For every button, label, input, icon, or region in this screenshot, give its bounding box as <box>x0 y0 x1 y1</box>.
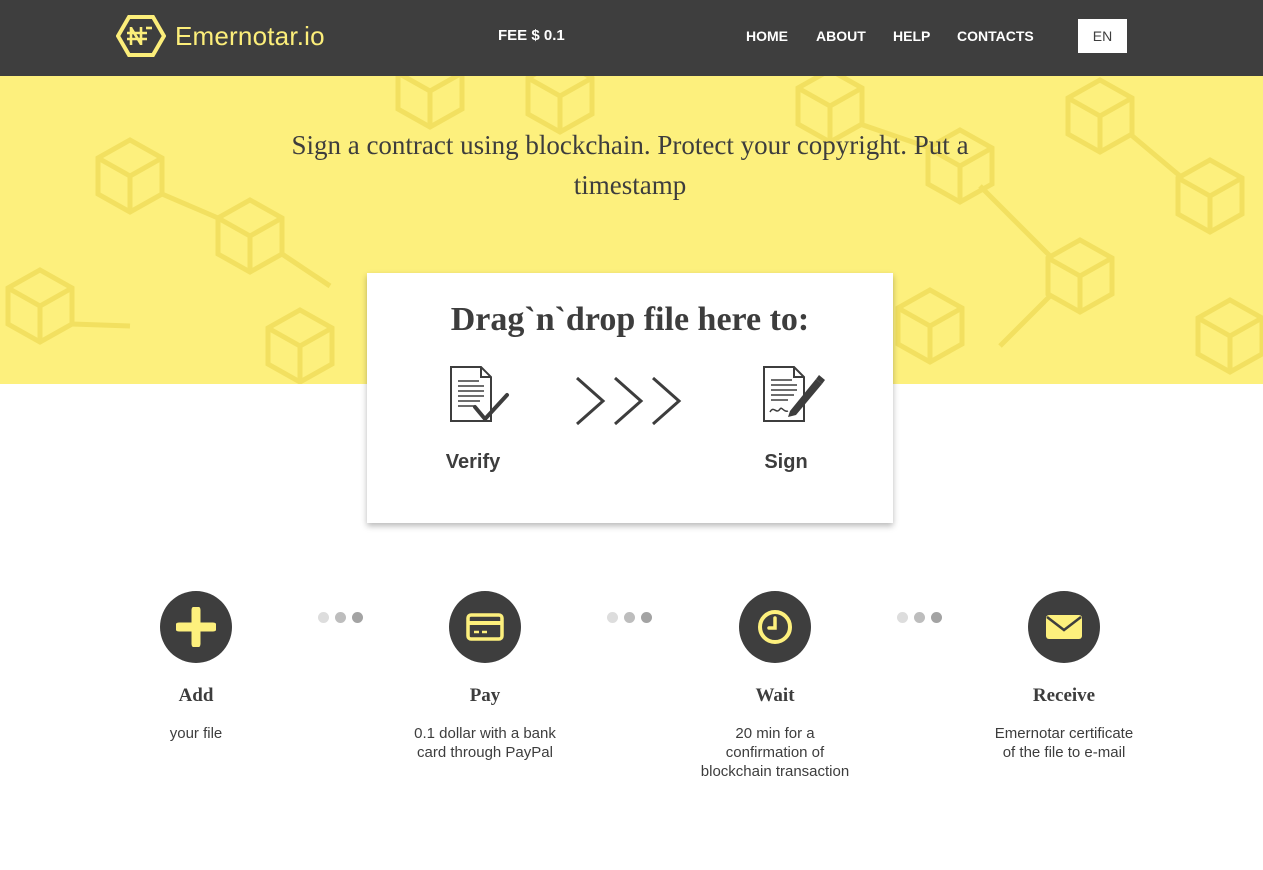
sign-action[interactable]: Sign <box>740 365 832 475</box>
nav-home-link[interactable]: HOME <box>746 28 788 44</box>
step-add-description: your file <box>169 725 223 742</box>
connector-dot <box>624 612 635 623</box>
fee-label: FEE $ 0.1 <box>498 27 565 44</box>
step-wait-badge <box>739 591 811 663</box>
top-navigation-bar: Emernotar.io FEE $ 0.1 HOME ABOUT HELP C… <box>0 0 1263 76</box>
document-check-icon <box>450 366 509 423</box>
credit-card-icon <box>466 613 504 641</box>
file-dropzone[interactable]: Drag`n`drop file here to: Verify Sign <box>367 273 893 523</box>
brand-logo-link[interactable]: Emernotar.io <box>116 14 325 58</box>
language-selector[interactable]: EN <box>1078 19 1127 53</box>
connector-dot <box>607 612 618 623</box>
chevrons-right-icon <box>576 376 682 426</box>
verify-action[interactable]: Verify <box>427 365 519 475</box>
step-wait-title: Wait <box>755 685 795 706</box>
step-add-title: Add <box>178 685 214 706</box>
step-pay-title: Pay <box>469 685 501 706</box>
sign-label: Sign <box>764 451 808 473</box>
connector-dot <box>352 612 363 623</box>
verify-label: Verify <box>445 451 501 473</box>
envelope-icon <box>1046 615 1082 639</box>
step-receive-badge <box>1028 591 1100 663</box>
nav-contacts-link[interactable]: CONTACTS <box>957 28 1034 44</box>
document-sign-icon <box>763 366 825 422</box>
connector-dot <box>897 612 908 623</box>
plus-icon <box>176 607 216 647</box>
nav-help-link[interactable]: HELP <box>893 28 930 44</box>
connector-dot <box>914 612 925 623</box>
nav-about-link[interactable]: ABOUT <box>816 28 866 44</box>
step-connector-dots <box>897 612 945 624</box>
connector-dot <box>335 612 346 623</box>
dropzone-title: Drag`n`drop file here to: <box>450 301 810 338</box>
step-connector-dots <box>318 612 366 624</box>
step-add-badge <box>160 591 232 663</box>
step-connector-dots <box>607 612 655 624</box>
connector-dot <box>931 612 942 623</box>
step-receive-description: Emernotar certificate of the file to e-m… <box>994 725 1134 761</box>
step-pay-description: 0.1 dollar with a bank card through PayP… <box>414 725 556 761</box>
hexagon-logo-icon <box>116 15 166 57</box>
step-wait-description: 20 min for a confirmation of blockchain … <box>700 725 850 780</box>
connector-dot <box>318 612 329 623</box>
step-pay-badge <box>449 591 521 663</box>
hero-tagline: Sign a contract using blockchain. Protec… <box>291 130 969 200</box>
connector-dot <box>641 612 652 623</box>
step-receive-title: Receive <box>1032 685 1096 706</box>
brand-name: Emernotar.io <box>175 20 325 51</box>
clock-icon <box>758 610 792 644</box>
